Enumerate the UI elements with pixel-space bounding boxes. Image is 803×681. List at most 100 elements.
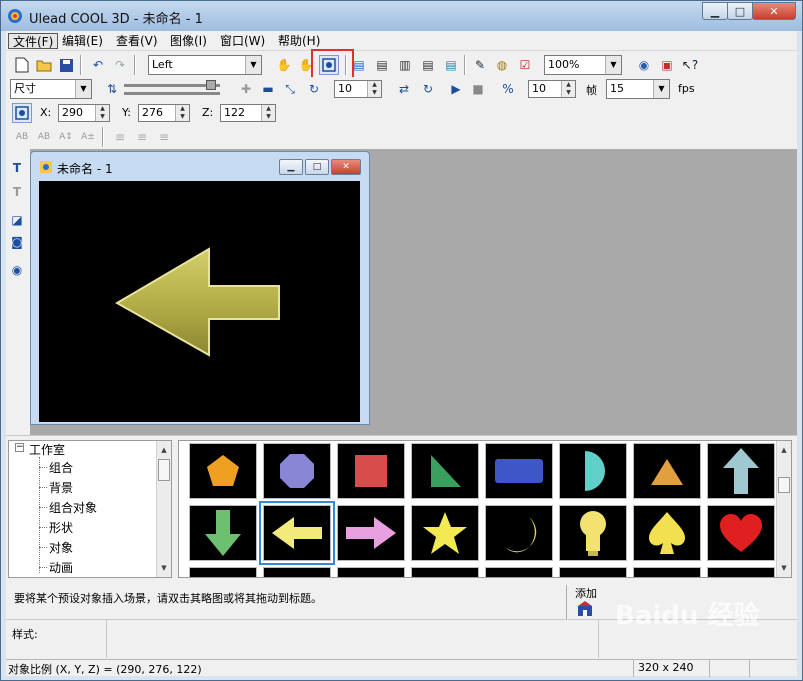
thumbnail-octagon[interactable] [263, 443, 331, 499]
camera-view-select[interactable]: Left ▼ [148, 55, 262, 75]
thumbnail-partial[interactable] [707, 567, 775, 577]
thumbnail-arrow-up[interactable] [707, 443, 775, 499]
scroll-up-icon[interactable]: ▲ [777, 443, 791, 457]
thumbnail-arrow-right[interactable] [337, 505, 405, 561]
thumbnail-arrow-left[interactable] [259, 501, 335, 565]
stop-button[interactable]: ■ [468, 79, 488, 99]
x-value-stepper[interactable]: 290 ▲ ▼ [58, 104, 110, 122]
tree-item-animation[interactable]: 动画 [49, 559, 73, 576]
menu-view[interactable]: 查看(V) [112, 33, 162, 49]
add-keyframe-button[interactable]: ✚ [236, 79, 256, 99]
thumbnail-partial[interactable] [411, 567, 479, 577]
align-left-button[interactable]: ≡ [110, 127, 130, 147]
thumbnail-partial[interactable] [559, 567, 627, 577]
menu-help[interactable]: 帮助(H) [274, 33, 324, 49]
loop-button[interactable]: ↻ [304, 79, 324, 99]
thumbnail-right-triangle[interactable] [411, 443, 479, 499]
object-button[interactable]: ◉ [634, 55, 654, 75]
thumbnail-partial[interactable] [485, 567, 553, 577]
document-window[interactable]: 未命名 - 1 ▁ □ ✕ [30, 151, 370, 425]
doc-minimize-button[interactable]: ▁ [279, 159, 303, 175]
title-bar[interactable]: Ulead COOL 3D - 未命名 - 1 ▁ □ ✕ [1, 1, 802, 31]
thumbnail-partial[interactable] [633, 567, 701, 577]
lathe-button[interactable]: ◉ [7, 260, 27, 280]
play-button[interactable]: ▶ [446, 79, 466, 99]
thumbnail-rounded-rect[interactable] [485, 443, 553, 499]
save-button[interactable] [56, 55, 76, 75]
doc-maximize-button[interactable]: □ [305, 159, 329, 175]
insert-geometry-button[interactable]: ◪ [7, 210, 27, 230]
thumbnail-square[interactable] [337, 443, 405, 499]
export-button[interactable]: ▣ [657, 55, 677, 75]
add-button[interactable] [577, 601, 593, 617]
new-button[interactable] [12, 55, 32, 75]
text-size-button[interactable]: A± [78, 127, 98, 147]
timeline-slider[interactable] [124, 80, 220, 98]
attribute-mode-select[interactable]: 尺寸 ▼ [10, 79, 92, 99]
scene-canvas[interactable] [39, 181, 360, 422]
scale-object-button[interactable] [12, 103, 32, 123]
tree-item-object[interactable]: 对象 [49, 539, 73, 556]
open-button[interactable] [34, 55, 54, 75]
checklist-button[interactable]: ☑ [515, 55, 535, 75]
paint-button[interactable]: ✎ [470, 55, 490, 75]
thumbnail-heart[interactable] [707, 505, 775, 561]
reverse-button[interactable]: ⤡ [280, 79, 300, 99]
tree-item-shape[interactable]: 形状 [49, 519, 73, 536]
remove-keyframe-button[interactable]: ▬ [258, 79, 278, 99]
pan-hand-button[interactable]: ✋ [274, 55, 294, 75]
align-center-button[interactable]: ≡ [132, 127, 152, 147]
thumbnail-star[interactable] [411, 505, 479, 561]
scroll-up-icon[interactable]: ▲ [157, 443, 171, 457]
timeline-thumb[interactable] [206, 80, 216, 90]
stepper-arrows-icon[interactable]: ▲ ▼ [367, 81, 381, 97]
text-spacing-button[interactable]: AB [34, 127, 54, 147]
collapse-icon[interactable]: − [15, 443, 24, 452]
menu-image[interactable]: 图像(I) [166, 33, 211, 49]
minimize-button[interactable]: ▁ [702, 2, 728, 20]
scroll-thumb[interactable] [158, 459, 170, 481]
transition-button[interactable]: % [498, 79, 518, 99]
layout-button-4[interactable]: ▤ [418, 55, 438, 75]
layout-button-1[interactable]: ▤ [349, 55, 369, 75]
stepper-arrows-icon[interactable]: ▲ ▼ [175, 105, 189, 121]
thumbnail-partial[interactable] [337, 567, 405, 577]
close-button[interactable]: ✕ [752, 2, 796, 20]
z-value-stepper[interactable]: 122 ▲ ▼ [220, 104, 276, 122]
thumbnail-triangle[interactable] [633, 443, 701, 499]
thumbnail-pentagon[interactable] [189, 443, 257, 499]
thumbnail-partial[interactable] [189, 567, 257, 577]
menu-file[interactable]: 文件(F) [8, 33, 59, 49]
gallery-scrollbar[interactable]: ▲ ▼ [776, 441, 791, 577]
help-pointer-button[interactable]: ↖? [680, 55, 700, 75]
frame-step-stepper[interactable]: 10 ▲ ▼ [528, 80, 576, 98]
arrow-object[interactable] [39, 181, 360, 422]
layout-button-3[interactable]: ▥ [395, 55, 415, 75]
text-kerning-button[interactable]: AB [12, 127, 32, 147]
tree-scrollbar[interactable]: ▲ ▼ [156, 441, 171, 577]
tree-item-background[interactable]: 背景 [49, 479, 73, 496]
y-value-stepper[interactable]: 276 ▲ ▼ [138, 104, 190, 122]
stepper-arrows-icon[interactable]: ▲ ▼ [261, 105, 275, 121]
globe-button[interactable]: ◍ [492, 55, 512, 75]
redo-button[interactable]: ↷ [110, 55, 130, 75]
thumbnail-lightbulb[interactable] [559, 505, 627, 561]
rotate-value-stepper[interactable]: 10 ▲ ▼ [334, 80, 382, 98]
stepper-arrows-icon[interactable]: ▲ ▼ [95, 105, 109, 121]
thumbnail-spade[interactable] [633, 505, 701, 561]
thumbnail-moon[interactable] [485, 505, 553, 561]
tree-item-composition[interactable]: 组合 [49, 459, 73, 476]
text-leading-button[interactable]: A↕ [56, 127, 76, 147]
scroll-down-icon[interactable]: ▼ [777, 561, 791, 575]
menu-edit[interactable]: 编辑(E) [58, 33, 107, 49]
thumbnail-half-circle[interactable] [559, 443, 627, 499]
refresh-button[interactable]: ↻ [418, 79, 438, 99]
stepper-arrows-icon[interactable]: ▲ ▼ [561, 81, 575, 97]
maximize-button[interactable]: □ [727, 2, 753, 20]
select-object-button[interactable]: ◙ [7, 232, 27, 252]
menu-window[interactable]: 窗口(W) [216, 33, 269, 49]
doc-close-button[interactable]: ✕ [331, 159, 361, 175]
tree-item-group-object[interactable]: 组合对象 [49, 499, 97, 516]
undo-button[interactable]: ↶ [88, 55, 108, 75]
tree-root[interactable]: 工作室 [29, 441, 65, 458]
